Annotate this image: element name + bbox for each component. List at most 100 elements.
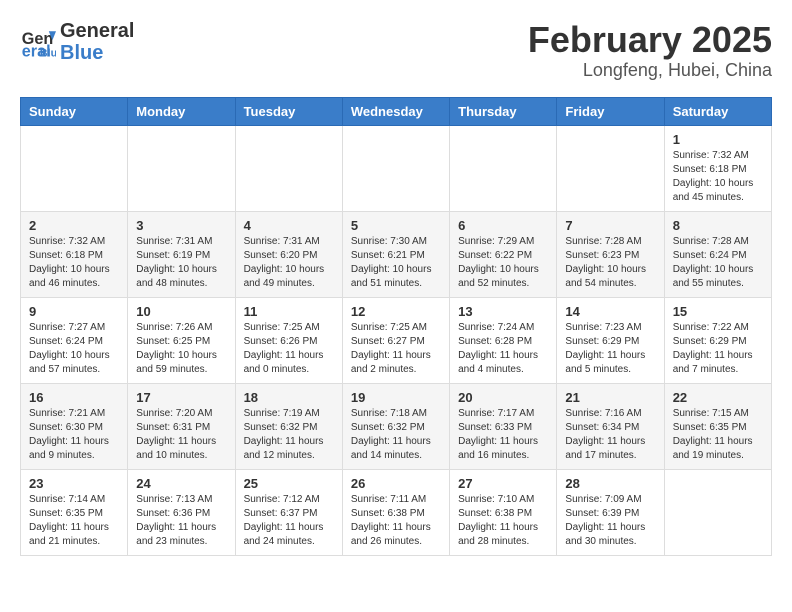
- day-cell: 17 Sunrise: 7:20 AM Sunset: 6:31 PM Dayli…: [128, 383, 235, 469]
- day-cell: 21Sunrise: 7:16 AM Sunset: 6:34 PM Dayli…: [557, 383, 664, 469]
- header: Gen eral Blue General Blue February 2025…: [20, 20, 772, 81]
- calendar-header: SundayMondayTuesdayWednesdayThursdayFrid…: [21, 97, 772, 125]
- day-cell: 24 Sunrise: 7:13 AM Sunset: 6:36 PM Dayli…: [128, 469, 235, 555]
- day-info: Sunrise: 7:11 AM Sunset: 6:38 PM Dayligh…: [351, 493, 441, 549]
- day-number: 18: [244, 390, 334, 405]
- day-cell: 16Sunrise: 7:21 AM Sunset: 6:30 PM Dayli…: [21, 383, 128, 469]
- day-cell: 2 Sunrise: 7:32 AM Sunset: 6:18 PM Daylig…: [21, 211, 128, 297]
- day-number: 7: [565, 218, 655, 233]
- day-number: 8: [673, 218, 763, 233]
- day-cell: [342, 125, 449, 211]
- day-cell: 1 Sunrise: 7:32 AM Sunset: 6:18 PM Daylig…: [664, 125, 771, 211]
- day-cell: 27 Sunrise: 7:10 AM Sunset: 6:38 PM Dayli…: [450, 469, 557, 555]
- day-number: 2: [29, 218, 119, 233]
- day-cell: [128, 125, 235, 211]
- weekday-friday: Friday: [557, 97, 664, 125]
- day-info: Sunrise: 7:24 AM Sunset: 6:28 PM Dayligh…: [458, 321, 548, 377]
- day-cell: 14Sunrise: 7:23 AM Sunset: 6:29 PM Dayli…: [557, 297, 664, 383]
- day-info: Sunrise: 7:09 AM Sunset: 6:39 PM Dayligh…: [565, 493, 655, 549]
- day-cell: 20Sunrise: 7:17 AM Sunset: 6:33 PM Dayli…: [450, 383, 557, 469]
- day-number: 4: [244, 218, 334, 233]
- day-info: Sunrise: 7:21 AM Sunset: 6:30 PM Dayligh…: [29, 407, 119, 463]
- week-row-3: 9 Sunrise: 7:27 AM Sunset: 6:24 PM Daylig…: [21, 297, 772, 383]
- day-cell: 23 Sunrise: 7:14 AM Sunset: 6:35 PM Dayli…: [21, 469, 128, 555]
- week-row-4: 16Sunrise: 7:21 AM Sunset: 6:30 PM Dayli…: [21, 383, 772, 469]
- logo-general: General: [60, 20, 134, 42]
- day-cell: 8 Sunrise: 7:28 AM Sunset: 6:24 PM Daylig…: [664, 211, 771, 297]
- title-section: February 2025 Longfeng, Hubei, China: [528, 20, 772, 81]
- day-info: Sunrise: 7:15 AM Sunset: 6:35 PM Dayligh…: [673, 407, 763, 463]
- day-number: 21: [565, 390, 655, 405]
- calendar-subtitle: Longfeng, Hubei, China: [528, 60, 772, 81]
- day-info: Sunrise: 7:10 AM Sunset: 6:38 PM Dayligh…: [458, 493, 548, 549]
- weekday-thursday: Thursday: [450, 97, 557, 125]
- day-cell: 7Sunrise: 7:28 AM Sunset: 6:23 PM Daylig…: [557, 211, 664, 297]
- calendar-table: SundayMondayTuesdayWednesdayThursdayFrid…: [20, 97, 772, 556]
- day-number: 25: [244, 476, 334, 491]
- day-info: Sunrise: 7:22 AM Sunset: 6:29 PM Dayligh…: [673, 321, 763, 377]
- day-info: Sunrise: 7:18 AM Sunset: 6:32 PM Dayligh…: [351, 407, 441, 463]
- day-number: 6: [458, 218, 548, 233]
- day-info: Sunrise: 7:25 AM Sunset: 6:27 PM Dayligh…: [351, 321, 441, 377]
- week-row-5: 23 Sunrise: 7:14 AM Sunset: 6:35 PM Dayli…: [21, 469, 772, 555]
- day-info: Sunrise: 7:20 AM Sunset: 6:31 PM Dayligh…: [136, 407, 226, 463]
- day-cell: 26 Sunrise: 7:11 AM Sunset: 6:38 PM Dayli…: [342, 469, 449, 555]
- calendar-title: February 2025: [528, 20, 772, 60]
- calendar-body: 1 Sunrise: 7:32 AM Sunset: 6:18 PM Daylig…: [21, 125, 772, 555]
- day-info: Sunrise: 7:13 AM Sunset: 6:36 PM Dayligh…: [136, 493, 226, 549]
- day-cell: 18 Sunrise: 7:19 AM Sunset: 6:32 PM Dayli…: [235, 383, 342, 469]
- day-cell: 9 Sunrise: 7:27 AM Sunset: 6:24 PM Daylig…: [21, 297, 128, 383]
- day-cell: 25 Sunrise: 7:12 AM Sunset: 6:37 PM Dayli…: [235, 469, 342, 555]
- day-info: Sunrise: 7:12 AM Sunset: 6:37 PM Dayligh…: [244, 493, 334, 549]
- day-info: Sunrise: 7:31 AM Sunset: 6:20 PM Dayligh…: [244, 235, 334, 291]
- day-cell: [557, 125, 664, 211]
- day-info: Sunrise: 7:27 AM Sunset: 6:24 PM Dayligh…: [29, 321, 119, 377]
- weekday-saturday: Saturday: [664, 97, 771, 125]
- day-number: 26: [351, 476, 441, 491]
- day-cell: [235, 125, 342, 211]
- day-cell: 22Sunrise: 7:15 AM Sunset: 6:35 PM Dayli…: [664, 383, 771, 469]
- day-cell: 3Sunrise: 7:31 AM Sunset: 6:19 PM Daylig…: [128, 211, 235, 297]
- weekday-sunday: Sunday: [21, 97, 128, 125]
- weekday-wednesday: Wednesday: [342, 97, 449, 125]
- day-cell: 28Sunrise: 7:09 AM Sunset: 6:39 PM Dayli…: [557, 469, 664, 555]
- day-info: Sunrise: 7:14 AM Sunset: 6:35 PM Dayligh…: [29, 493, 119, 549]
- day-number: 19: [351, 390, 441, 405]
- svg-text:Blue: Blue: [40, 47, 56, 59]
- day-info: Sunrise: 7:28 AM Sunset: 6:24 PM Dayligh…: [673, 235, 763, 291]
- day-cell: [450, 125, 557, 211]
- day-info: Sunrise: 7:23 AM Sunset: 6:29 PM Dayligh…: [565, 321, 655, 377]
- day-number: 9: [29, 304, 119, 319]
- day-number: 5: [351, 218, 441, 233]
- day-number: 20: [458, 390, 548, 405]
- day-info: Sunrise: 7:26 AM Sunset: 6:25 PM Dayligh…: [136, 321, 226, 377]
- week-row-1: 1 Sunrise: 7:32 AM Sunset: 6:18 PM Daylig…: [21, 125, 772, 211]
- day-info: Sunrise: 7:29 AM Sunset: 6:22 PM Dayligh…: [458, 235, 548, 291]
- weekday-tuesday: Tuesday: [235, 97, 342, 125]
- weekday-monday: Monday: [128, 97, 235, 125]
- weekday-header-row: SundayMondayTuesdayWednesdayThursdayFrid…: [21, 97, 772, 125]
- day-number: 23: [29, 476, 119, 491]
- day-cell: 10 Sunrise: 7:26 AM Sunset: 6:25 PM Dayli…: [128, 297, 235, 383]
- day-cell: 12 Sunrise: 7:25 AM Sunset: 6:27 PM Dayli…: [342, 297, 449, 383]
- week-row-2: 2 Sunrise: 7:32 AM Sunset: 6:18 PM Daylig…: [21, 211, 772, 297]
- day-number: 11: [244, 304, 334, 319]
- day-cell: 11 Sunrise: 7:25 AM Sunset: 6:26 PM Dayli…: [235, 297, 342, 383]
- day-info: Sunrise: 7:32 AM Sunset: 6:18 PM Dayligh…: [673, 149, 763, 205]
- day-number: 15: [673, 304, 763, 319]
- day-info: Sunrise: 7:31 AM Sunset: 6:19 PM Dayligh…: [136, 235, 226, 291]
- day-info: Sunrise: 7:25 AM Sunset: 6:26 PM Dayligh…: [244, 321, 334, 377]
- day-info: Sunrise: 7:19 AM Sunset: 6:32 PM Dayligh…: [244, 407, 334, 463]
- day-number: 10: [136, 304, 226, 319]
- day-number: 27: [458, 476, 548, 491]
- logo-icon: Gen eral Blue: [20, 24, 56, 60]
- day-number: 1: [673, 132, 763, 147]
- day-info: Sunrise: 7:30 AM Sunset: 6:21 PM Dayligh…: [351, 235, 441, 291]
- day-number: 12: [351, 304, 441, 319]
- day-number: 24: [136, 476, 226, 491]
- day-number: 13: [458, 304, 548, 319]
- logo: Gen eral Blue General Blue: [20, 20, 134, 64]
- day-cell: 5 Sunrise: 7:30 AM Sunset: 6:21 PM Daylig…: [342, 211, 449, 297]
- day-info: Sunrise: 7:32 AM Sunset: 6:18 PM Dayligh…: [29, 235, 119, 291]
- day-number: 17: [136, 390, 226, 405]
